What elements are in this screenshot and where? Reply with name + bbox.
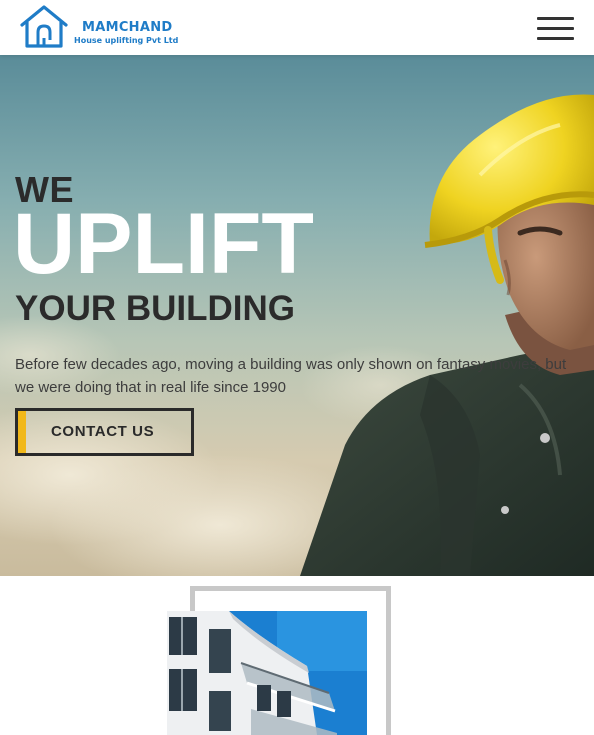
building-illustration <box>167 611 367 735</box>
brand-tagline: House uplifting Pvt Ltd <box>74 36 179 45</box>
building-photo <box>167 611 367 735</box>
house-logo-icon <box>20 5 68 48</box>
contact-us-button[interactable]: CONTACT US <box>15 408 194 456</box>
hamburger-menu-icon[interactable] <box>537 17 574 41</box>
menu-bar <box>537 37 574 40</box>
hero-description: Before few decades ago, moving a buildin… <box>15 356 567 396</box>
brand-logo[interactable]: MAMCHAND House uplifting Pvt Ltd <box>18 4 188 50</box>
menu-bar <box>537 27 574 30</box>
contact-us-label: CONTACT US <box>51 423 155 440</box>
hero-heading-your-building: YOUR BUILDING <box>15 289 295 328</box>
hero-heading-uplift: UPLIFT <box>13 196 314 292</box>
hero-section: WE UPLIFT YOUR BUILDING Before few decad… <box>0 55 594 576</box>
site-header: MAMCHAND House uplifting Pvt Ltd <box>0 0 594 55</box>
brand-name: MAMCHAND <box>82 20 173 35</box>
button-accent-bar <box>18 411 26 453</box>
menu-bar <box>537 17 574 20</box>
